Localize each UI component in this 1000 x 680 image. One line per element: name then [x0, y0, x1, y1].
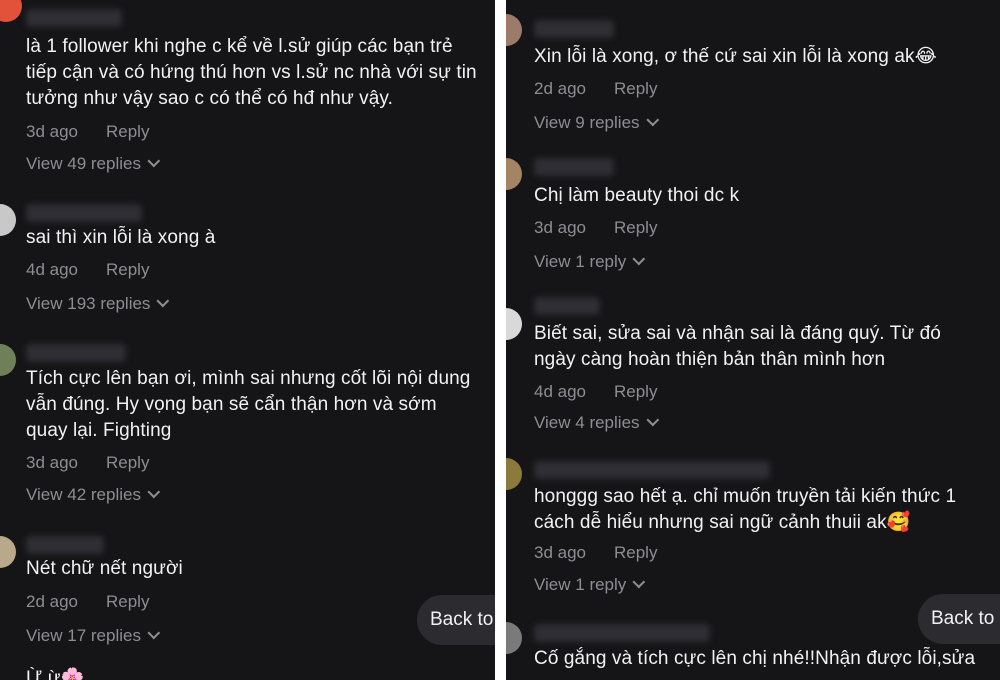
comment-line: sai thì xin lỗi là xong à	[26, 227, 216, 248]
comment-text: Nét chữ nết người	[26, 556, 183, 582]
comment-meta: 3d ago Reply	[534, 543, 657, 563]
comment-line: ngày càng hoàn thiện bản thân mình hơn	[534, 349, 886, 370]
chevron-down-icon	[632, 252, 646, 266]
avatar[interactable]	[506, 14, 522, 46]
view-replies-label: View 49 replies	[26, 154, 141, 173]
view-replies-button[interactable]: View 1 reply	[534, 252, 646, 272]
username-blurred[interactable]	[534, 297, 600, 315]
comment-text: là 1 follower khi nghe c kể về l.sử giúp…	[26, 34, 477, 112]
comment-line: Biết sai, sửa sai và nhận sai là đáng qu…	[534, 323, 941, 344]
avatar[interactable]	[0, 204, 16, 236]
comment-text: Xin lỗi là xong, ơ thế cứ sai xin lỗi là…	[534, 44, 937, 70]
comment-text: Biết sai, sửa sai và nhận sai là đáng qu…	[534, 321, 941, 373]
comment-line: cách dễ hiểu nhưng sai ngữ cảnh thuii ak…	[534, 512, 911, 533]
comment-line: Tích cực lên bạn ơi, mình sai nhưng cốt …	[26, 368, 471, 389]
view-replies-button[interactable]: View 193 replies	[26, 294, 170, 314]
reply-button[interactable]: Reply	[614, 543, 657, 562]
comment-line: Xin lỗi là xong, ơ thế cứ sai xin lỗi là…	[534, 46, 937, 67]
reply-button[interactable]: Reply	[106, 260, 149, 279]
comment-line: quay lại. Fighting	[26, 420, 172, 441]
comment-time: 4d ago	[534, 382, 586, 401]
comment-line: tưởng như vậy sao c có thể có hđ như vậy…	[26, 88, 394, 109]
view-replies-label: View 1 reply	[534, 575, 627, 594]
comment-line: Cố gắng và tích cực lên chị nhé!!Nhận đư…	[534, 648, 976, 669]
chevron-down-icon	[645, 113, 659, 127]
chevron-down-icon	[147, 154, 161, 168]
comment-meta: 4d ago Reply	[26, 260, 149, 280]
view-replies-button[interactable]: View 4 replies	[534, 413, 659, 433]
comment-time: 3d ago	[534, 218, 586, 237]
comment-time: 3d ago	[26, 122, 78, 141]
comment-line: vẫn đúng. Hy vọng bạn sẽ cẩn thận hơn và…	[26, 394, 437, 415]
reply-button[interactable]: Reply	[614, 382, 657, 401]
avatar[interactable]	[0, 0, 22, 22]
comment-time: 2d ago	[26, 592, 78, 611]
comments-panel-right: Xin lỗi là xong, ơ thế cứ sai xin lỗi là…	[506, 0, 1000, 680]
comment-meta: 2d ago Reply	[534, 79, 657, 99]
comment-line: là 1 follower khi nghe c kể về l.sử giúp…	[26, 36, 453, 57]
comment-meta: 3d ago Reply	[534, 218, 657, 238]
comment-line: Chị làm beauty thoi dc k	[534, 185, 740, 206]
comment-text: Cố gắng và tích cực lên chị nhé!!Nhận đư…	[534, 646, 975, 672]
reply-button[interactable]: Reply	[106, 122, 149, 141]
username-blurred[interactable]	[534, 624, 710, 642]
view-replies-label: View 193 replies	[26, 294, 151, 313]
avatar[interactable]	[0, 536, 16, 568]
comment-text: Tích cực lên bạn ơi, mình sai nhưng cốt …	[26, 366, 470, 444]
back-to-top-button[interactable]: Back to	[918, 594, 1000, 644]
username-blurred[interactable]	[26, 9, 122, 27]
comment-meta: 3d ago Reply	[26, 122, 149, 142]
chevron-down-icon	[156, 294, 170, 308]
view-replies-label: View 42 replies	[26, 485, 141, 504]
comment-time: 3d ago	[26, 453, 78, 472]
avatar[interactable]	[0, 344, 16, 376]
reply-button[interactable]: Reply	[614, 79, 657, 98]
view-replies-button[interactable]: View 42 replies	[26, 485, 161, 505]
username-blurred[interactable]	[534, 461, 770, 479]
comments-panel-left: là 1 follower khi nghe c kể về l.sử giúp…	[0, 0, 495, 680]
view-replies-label: View 1 reply	[534, 252, 627, 271]
back-to-top-button[interactable]: Back to	[417, 595, 495, 645]
username-blurred[interactable]	[534, 158, 614, 176]
username-blurred[interactable]	[534, 20, 614, 38]
view-replies-button[interactable]: View 49 replies	[26, 154, 161, 174]
comment-text: Chị làm beauty thoi dc k	[534, 183, 739, 209]
comment-line: Nét chữ nết người	[26, 558, 183, 579]
view-replies-label: View 4 replies	[534, 413, 640, 432]
avatar[interactable]	[506, 458, 522, 490]
comment-line: honggg sao hết ạ. chỉ muốn truyền tải ki…	[534, 486, 957, 507]
avatar[interactable]	[506, 158, 522, 190]
comment-time: 3d ago	[534, 543, 586, 562]
comment-meta: 2d ago Reply	[26, 592, 149, 612]
comment-meta: 3d ago Reply	[26, 453, 149, 473]
avatar[interactable]	[506, 622, 522, 654]
comment-time: 2d ago	[534, 79, 586, 98]
comment-meta: 4d ago Reply	[534, 382, 657, 402]
view-replies-label: View 17 replies	[26, 626, 141, 645]
avatar[interactable]	[506, 308, 522, 340]
chevron-down-icon	[645, 413, 659, 427]
comment-line: Ừ ừ🌸	[26, 668, 85, 680]
reply-button[interactable]: Reply	[106, 592, 149, 611]
comment-text: sai thì xin lỗi là xong à	[26, 225, 215, 251]
comment-text: honggg sao hết ạ. chỉ muốn truyền tải ki…	[534, 484, 956, 536]
username-blurred[interactable]	[26, 204, 142, 222]
reply-button[interactable]: Reply	[614, 218, 657, 237]
view-replies-button[interactable]: View 9 replies	[534, 113, 659, 133]
view-replies-button[interactable]: View 1 reply	[534, 575, 646, 595]
chevron-down-icon	[147, 485, 161, 499]
chevron-down-icon	[147, 626, 161, 640]
view-replies-button[interactable]: View 17 replies	[26, 626, 161, 646]
comment-line: tiếp cận và có hứng thú hơn vs l.sử nc n…	[26, 62, 477, 83]
chevron-down-icon	[632, 575, 646, 589]
view-replies-label: View 9 replies	[534, 113, 640, 132]
comment-time: 4d ago	[26, 260, 78, 279]
reply-button[interactable]: Reply	[106, 453, 149, 472]
comment-text: Ừ ừ🌸	[26, 666, 84, 680]
username-blurred[interactable]	[26, 344, 126, 362]
username-blurred[interactable]	[26, 536, 104, 554]
